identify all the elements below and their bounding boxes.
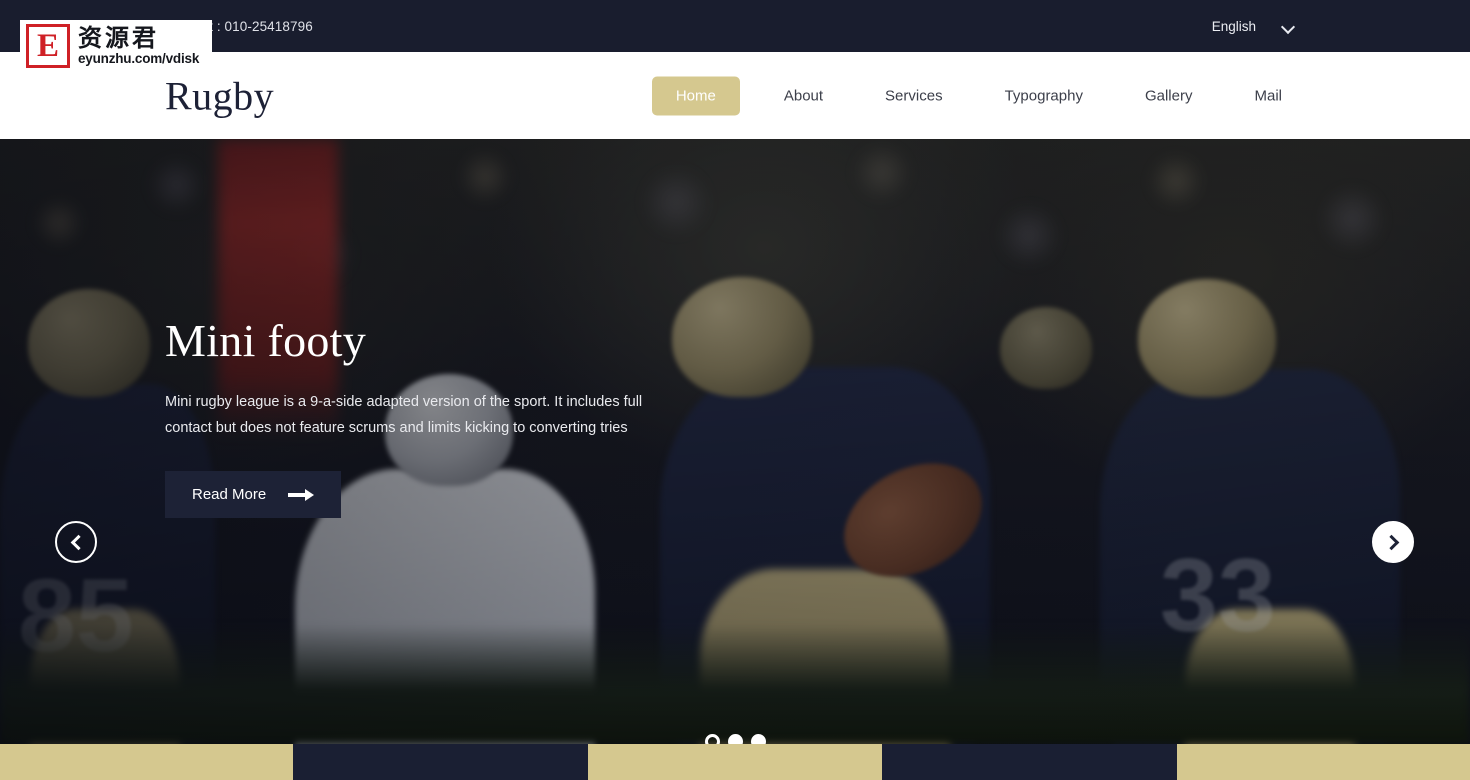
read-more-button[interactable]: Read More bbox=[165, 471, 342, 518]
watermark-url-text: eyunzhu.com/vdisk bbox=[78, 51, 200, 67]
watermark-text: 资源君 eyunzhu.com/vdisk bbox=[70, 26, 199, 66]
carousel-dot-1[interactable] bbox=[704, 734, 720, 744]
top-bar: Support : 010-25418796 English bbox=[0, 0, 1470, 52]
hero-description: Mini rugby league is a 9-a-side adapted … bbox=[165, 394, 643, 436]
carousel-dot-3[interactable] bbox=[750, 734, 766, 744]
nav-item-services[interactable]: Services bbox=[867, 76, 961, 115]
main-navigation: Home About Services Typography Gallery M… bbox=[651, 76, 1300, 115]
watermark-cn-text: 资源君 bbox=[78, 24, 159, 53]
watermark-badge-icon: E bbox=[26, 24, 70, 68]
carousel-prev-button[interactable] bbox=[55, 521, 97, 563]
chevron-down-icon bbox=[1282, 20, 1295, 33]
hero-carousel: 85 33 Mini footy Mini rugby league is a … bbox=[0, 139, 1470, 744]
site-header: Rugby Home About Services Typography Gal… bbox=[0, 52, 1470, 139]
chevron-left-icon bbox=[70, 534, 86, 550]
feature-block-1[interactable] bbox=[0, 744, 293, 780]
top-bar-right: English bbox=[1212, 0, 1470, 52]
feature-block-5[interactable] bbox=[1177, 744, 1470, 780]
feature-block-3[interactable] bbox=[588, 744, 882, 780]
chevron-right-icon bbox=[1383, 534, 1399, 550]
watermark-overlay: E 资源君 eyunzhu.com/vdisk bbox=[20, 20, 212, 72]
nav-item-home[interactable]: Home bbox=[651, 76, 740, 115]
nav-item-typography[interactable]: Typography bbox=[987, 76, 1101, 115]
read-more-label: Read More bbox=[192, 486, 267, 503]
language-selector[interactable]: English bbox=[1212, 19, 1295, 34]
nav-item-gallery[interactable]: Gallery bbox=[1127, 76, 1211, 115]
carousel-dot-2[interactable] bbox=[727, 734, 743, 744]
carousel-next-button[interactable] bbox=[1372, 521, 1414, 563]
hero-title: Mini footy bbox=[165, 315, 367, 366]
language-label: English bbox=[1211, 18, 1256, 34]
carousel-pagination bbox=[0, 734, 1470, 744]
nav-item-about[interactable]: About bbox=[766, 76, 841, 115]
nav-item-mail[interactable]: Mail bbox=[1236, 76, 1300, 115]
feature-block-4[interactable] bbox=[882, 744, 1177, 780]
arrow-right-icon bbox=[288, 488, 315, 501]
feature-block-2[interactable] bbox=[293, 744, 588, 780]
feature-blocks-strip bbox=[0, 744, 1470, 780]
brand-logo[interactable]: Rugby bbox=[165, 72, 274, 119]
hero-caption: Mini footy Mini rugby league is a 9-a-si… bbox=[165, 314, 805, 518]
